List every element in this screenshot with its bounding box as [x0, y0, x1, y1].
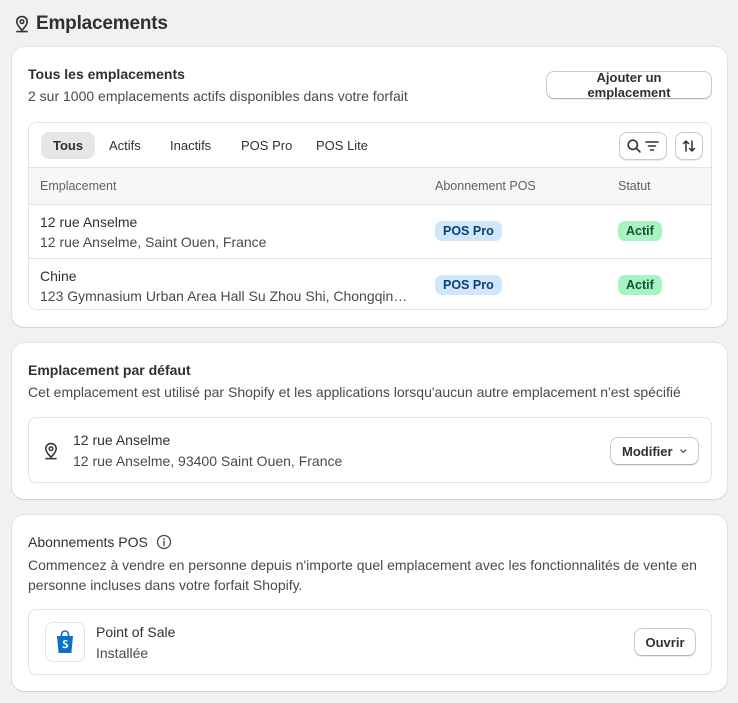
shopify-pos-app-icon [45, 622, 85, 662]
locations-subtitle: 2 sur 1000 emplacements actifs disponibl… [28, 88, 408, 104]
column-status: Statut [618, 179, 651, 193]
page-header: Emplacements [14, 12, 168, 36]
location-address: 123 Gymnasium Urban Area Hall Su Zhou Sh… [40, 288, 410, 304]
table-row[interactable]: 12 rue Anselme 12 rue Anselme, Saint Oue… [29, 205, 711, 257]
filter-tabs: Tous Actifs Inactifs POS Pro POS Lite [29, 123, 711, 168]
location-pin-icon [45, 442, 57, 460]
default-location-card: Emplacement par défaut Cet emplacement e… [12, 343, 727, 499]
tab-active[interactable]: Actifs [97, 132, 153, 159]
default-location-box: 12 rue Anselme 12 rue Anselme, 93400 Sai… [28, 417, 712, 483]
default-location-subtitle: Cet emplacement est utilisé par Shopify … [28, 384, 681, 400]
location-name: 12 rue Anselme [40, 214, 138, 230]
location-pin-icon [15, 15, 29, 33]
status-badge: Actif [618, 221, 662, 241]
location-name: Chine [40, 268, 77, 284]
default-location-title: Emplacement par défaut [28, 362, 191, 378]
default-location-name: 12 rue Anselme [73, 432, 171, 448]
pos-subscriptions-card: Abonnements POS Commencez à vendre en pe… [12, 515, 727, 691]
info-icon[interactable] [156, 534, 172, 550]
search-filter-button[interactable] [619, 132, 667, 160]
locations-table: Tous Actifs Inactifs POS Pro POS Lite Em… [28, 122, 712, 310]
add-location-button[interactable]: Ajouter un emplacement [546, 70, 712, 100]
table-header: Emplacement Abonnement POS Statut [29, 168, 711, 205]
tab-all[interactable]: Tous [41, 132, 96, 159]
modify-button-label: Modifier [622, 443, 673, 459]
pos-app-box: Point of Sale Installée Ouvrir [28, 609, 712, 675]
pos-title-row: Abonnements POS [28, 534, 172, 550]
location-address: 12 rue Anselme, Saint Ouen, France [40, 234, 267, 250]
page-title: Emplacements [36, 13, 168, 34]
tab-inactive[interactable]: Inactifs [158, 132, 223, 159]
column-location: Emplacement [40, 179, 117, 193]
tab-pos-pro[interactable]: POS Pro [229, 132, 304, 159]
filter-icon [645, 141, 659, 151]
pos-title: Abonnements POS [28, 534, 148, 550]
subscription-badge: POS Pro [435, 221, 502, 241]
search-icon [627, 139, 641, 153]
status-badge: Actif [618, 275, 662, 295]
open-button[interactable]: Ouvrir [634, 628, 696, 656]
tab-pos-lite[interactable]: POS Lite [304, 132, 380, 159]
column-subscription: Abonnement POS [435, 179, 536, 193]
pos-app-name: Point of Sale [96, 624, 176, 640]
locations-card: Tous les emplacements 2 sur 1000 emplace… [12, 47, 727, 327]
subscription-badge: POS Pro [435, 275, 502, 295]
default-location-address: 12 rue Anselme, 93400 Saint Ouen, France [73, 453, 343, 469]
pos-app-status: Installée [96, 645, 149, 661]
table-row[interactable]: Chine 123 Gymnasium Urban Area Hall Su Z… [29, 258, 711, 309]
shopify-bag-icon [57, 630, 73, 653]
locations-title: Tous les emplacements [28, 66, 185, 82]
modify-button[interactable]: Modifier [610, 437, 699, 465]
pos-description: Commencez à vendre en personne depuis n'… [28, 557, 697, 593]
sort-arrows-icon [682, 140, 696, 152]
chevron-down-icon [679, 449, 686, 453]
sort-button[interactable] [675, 132, 703, 160]
